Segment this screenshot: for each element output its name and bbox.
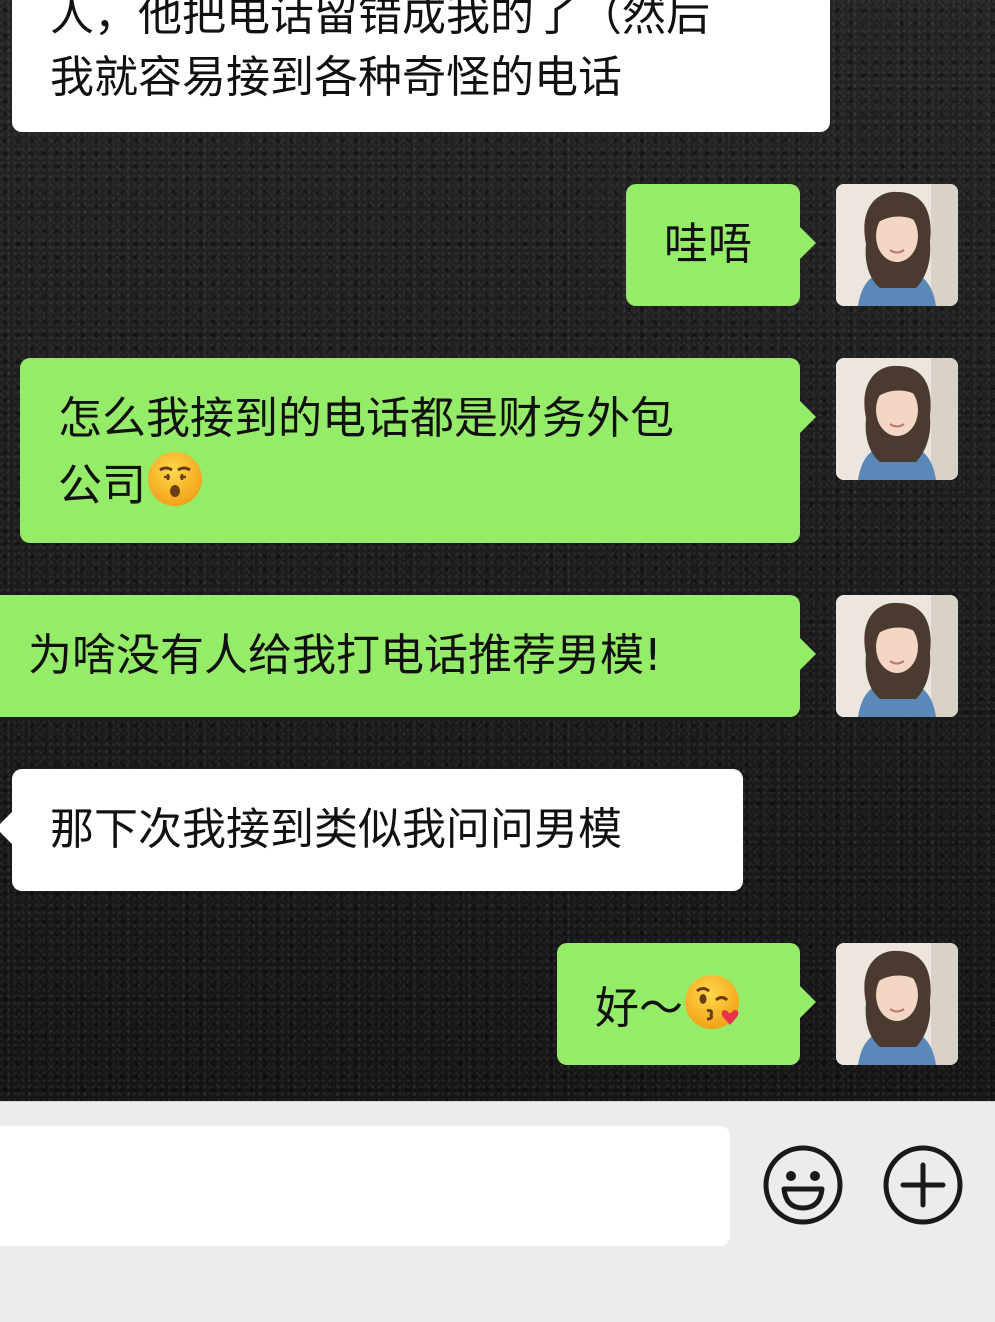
avatar-photo (836, 943, 958, 1065)
message-bubble-outgoing[interactable]: 怎么我接到的电话都是财务外包 公司 (20, 358, 816, 543)
message-text: 那下次我接到类似我问问男模 (50, 804, 622, 855)
message-text: 好～ (595, 983, 683, 1034)
message-input-bar (0, 1101, 995, 1322)
message-bubble-outgoing[interactable]: 哇唔 (626, 184, 816, 306)
avatar-photo (836, 184, 958, 306)
smiley-icon (763, 1145, 843, 1225)
plus-circle-icon (883, 1145, 963, 1225)
message-text: 为啥没有人给我打电话推荐男模! (28, 630, 662, 681)
kissing-face-closed-eyes-icon (146, 450, 204, 525)
message-bubble-outgoing[interactable]: 为啥没有人给我打电话推荐男模! (0, 595, 816, 717)
message-text: 哇唔 (664, 219, 752, 270)
message-text-line: 公司 (58, 460, 146, 511)
message-bubble-incoming[interactable]: 那下次我接到类似我问问男模 (0, 769, 743, 891)
message-text-line: 我就容易接到各种奇怪的电话 (50, 52, 622, 103)
avatar[interactable] (836, 595, 958, 717)
face-blowing-kiss-icon (683, 973, 745, 1048)
message-bubble-incoming[interactable]: 人，他把电话留错成我的了（然后 我就容易接到各种奇怪的电话 (12, 0, 830, 132)
message-text-line: 人，他把电话留错成我的了（然后 (50, 0, 710, 41)
avatar-photo (836, 595, 958, 717)
avatar[interactable] (836, 943, 958, 1065)
avatar-photo (836, 358, 958, 480)
avatar[interactable] (836, 184, 958, 306)
chat-background: 人，他把电话留错成我的了（然后 我就容易接到各种奇怪的电话 哇唔 怎么我接到的电… (0, 0, 995, 1101)
more-button[interactable] (882, 1144, 964, 1226)
message-text-line: 怎么我接到的电话都是财务外包 (58, 393, 674, 444)
emoji-button[interactable] (762, 1144, 844, 1226)
message-bubble-outgoing[interactable]: 好～ (557, 943, 816, 1065)
avatar[interactable] (836, 358, 958, 480)
message-input[interactable] (0, 1126, 730, 1246)
